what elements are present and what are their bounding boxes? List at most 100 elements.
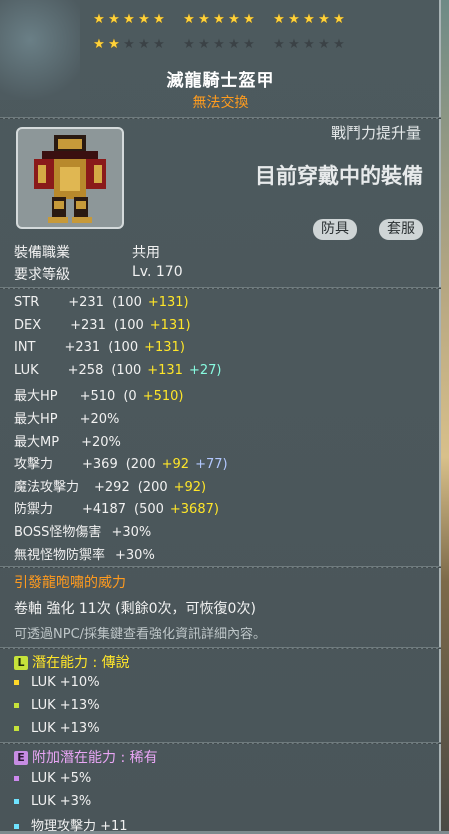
stat-total: +20% xyxy=(81,434,121,450)
bullet-icon xyxy=(14,799,19,804)
star-empty-icon: ★ xyxy=(273,37,285,52)
stat-row: BOSS怪物傷害 +30% xyxy=(14,521,151,540)
stat-base: (200 xyxy=(137,479,168,495)
stat-total: +30% xyxy=(111,525,152,540)
star-empty-icon: ★ xyxy=(243,37,255,52)
stat-name: 魔法攻擊力 xyxy=(14,479,80,495)
stat-bonus-flame: +92 xyxy=(161,457,190,473)
level-label: 要求等級 xyxy=(14,267,70,283)
bullet-icon xyxy=(14,824,19,829)
stat-row: DEX +231 (100 +131) xyxy=(14,318,191,333)
stat-row: 最大HP +510 (0 +510) xyxy=(14,385,183,404)
stat-row: 魔法攻擊力 +292 (200 +92) xyxy=(14,476,206,495)
stat-bonus-extra: +27) xyxy=(188,362,222,378)
star-filled-icon: ★ xyxy=(228,12,240,27)
scroll-upgrade-info: 卷軸 強化 11次 (剩餘0次，可恢復0次) xyxy=(14,601,256,617)
job-row: 裝備職業 共用 xyxy=(14,242,160,262)
stat-row: 防禦力 +4187 (500 +3687) xyxy=(14,498,219,517)
stat-bonus-flame: +92) xyxy=(173,479,207,495)
stat-name: 最大MP xyxy=(14,434,60,450)
bonus-potential-header: E 附加潛在能力 : 稀有 xyxy=(14,747,158,767)
star-filled-icon: ★ xyxy=(213,12,225,27)
bonus-potential-line: 物理攻擊力 +11 xyxy=(14,815,128,834)
star-filled-icon: ★ xyxy=(108,37,120,52)
star-filled-icon: ★ xyxy=(273,12,285,27)
item-tooltip: ★ ★ ★ ★ ★ ★ ★ ★ ★ ★ ★ ★ ★ ★ ★ ★ ★ ★ ★ ★ ★ ★ ★ ★ ★ ★ ★ ★ ★ ★ 滅龍騎士盔甲 無… xyxy=(0,0,441,834)
stat-name: 最大HP xyxy=(14,412,58,427)
star-empty-icon: ★ xyxy=(318,37,330,52)
stat-name: INT xyxy=(14,340,36,356)
armor-icon xyxy=(34,135,106,223)
divider xyxy=(0,647,441,649)
stat-total: +4187 xyxy=(82,502,126,518)
armor-tag: 防具 xyxy=(313,219,357,240)
stat-base: (500 xyxy=(134,502,164,518)
bullet-icon xyxy=(14,680,19,685)
stat-total: +369 xyxy=(82,457,118,473)
stat-name: BOSS怪物傷害 xyxy=(14,525,102,540)
stat-bonus-flame: +131) xyxy=(144,340,185,356)
stat-name: LUK xyxy=(14,362,39,378)
star-filled-icon: ★ xyxy=(123,12,135,27)
star-empty-icon: ★ xyxy=(228,37,240,52)
star-group: ★ ★ ★ ★ ★ xyxy=(272,13,346,26)
stat-row: 最大MP +20% xyxy=(14,431,121,450)
stat-name: 攻擊力 xyxy=(14,457,54,473)
star-group: ★ ★ ★ ★ ★ xyxy=(92,38,166,51)
stat-base: (100 xyxy=(111,295,142,310)
flame-text: 引發龍咆嘯的威力 xyxy=(14,575,126,591)
star-filled-icon: ★ xyxy=(318,12,330,27)
star-empty-icon: ★ xyxy=(183,37,195,52)
star-empty-icon: ★ xyxy=(198,37,210,52)
item-name: 滅龍騎士盔甲 xyxy=(166,71,275,91)
star-force-row-1: ★ ★ ★ ★ ★ ★ ★ ★ ★ ★ ★ ★ ★ ★ ★ xyxy=(92,13,346,26)
bonus-potential-line: LUK +3% xyxy=(14,794,91,809)
star-filled-icon: ★ xyxy=(303,12,315,27)
star-empty-icon: ★ xyxy=(213,37,225,52)
potential-line: LUK +13% xyxy=(14,698,100,713)
stat-row: INT +231 (100 +131) xyxy=(14,340,185,355)
star-empty-icon: ★ xyxy=(153,37,165,52)
stat-bonus-flame: +131) xyxy=(147,295,189,310)
stat-total: +292 xyxy=(94,479,130,495)
stat-name: DEX xyxy=(14,317,42,333)
star-group: ★ ★ ★ ★ ★ xyxy=(182,13,256,26)
stat-total: +258 xyxy=(67,362,104,378)
star-filled-icon: ★ xyxy=(288,12,300,27)
stat-total: +231 xyxy=(68,295,104,310)
stat-bonus-flame: +510) xyxy=(142,389,184,405)
divider xyxy=(0,742,441,744)
stat-bonus-flame: +3687) xyxy=(169,502,219,518)
star-filled-icon: ★ xyxy=(198,12,210,27)
star-filled-icon: ★ xyxy=(138,12,150,27)
equip-status: 目前穿戴中的裝備 xyxy=(255,164,423,188)
stat-base: (100 xyxy=(108,340,139,356)
star-filled-icon: ★ xyxy=(243,12,255,27)
star-empty-icon: ★ xyxy=(303,37,315,52)
set-tag: 套服 xyxy=(379,219,423,240)
stat-total: +30% xyxy=(115,547,155,563)
stat-base: (100 xyxy=(113,317,144,333)
divider xyxy=(0,287,441,289)
star-filled-icon: ★ xyxy=(333,12,345,27)
stat-bonus-flame: +131) xyxy=(149,317,191,333)
item-icon-frame xyxy=(16,127,124,229)
bonus-potential-line: LUK +5% xyxy=(14,771,91,786)
star-empty-icon: ★ xyxy=(138,37,150,52)
stat-name: 最大HP xyxy=(14,389,58,405)
stat-name: STR xyxy=(14,295,40,310)
potential-line: LUK +10% xyxy=(14,675,100,690)
star-force-row-2: ★ ★ ★ ★ ★ ★ ★ ★ ★ ★ ★ ★ ★ ★ ★ xyxy=(92,38,346,51)
trade-status: 無法交換 xyxy=(192,95,249,111)
star-filled-icon: ★ xyxy=(93,12,105,27)
stat-name: 防禦力 xyxy=(14,502,54,518)
stat-base: (0 xyxy=(123,389,137,405)
star-group: ★ ★ ★ ★ ★ xyxy=(182,38,256,51)
job-value: 共用 xyxy=(132,245,160,261)
stat-base: (200 xyxy=(125,457,156,473)
star-empty-icon: ★ xyxy=(123,37,135,52)
star-empty-icon: ★ xyxy=(333,37,345,52)
stat-bonus-extra: +77) xyxy=(195,457,228,473)
divider xyxy=(0,566,441,568)
stat-total: +231 xyxy=(64,340,101,356)
